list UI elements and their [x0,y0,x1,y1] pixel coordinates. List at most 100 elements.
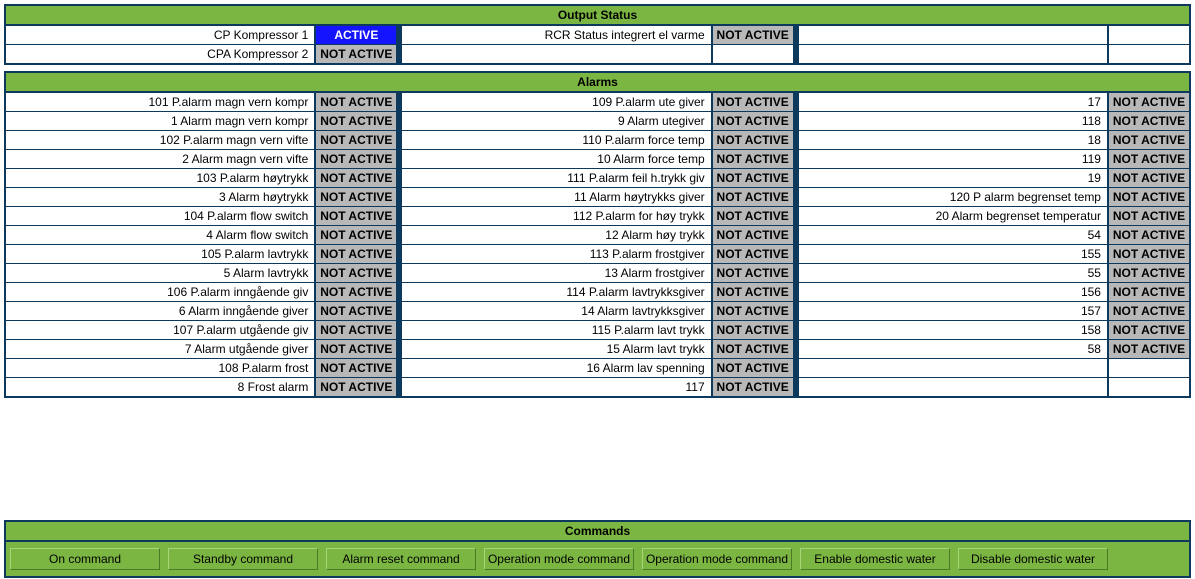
status-badge [711,45,793,63]
status-badge: NOT ACTIVE [314,283,396,301]
cell-label: 6 Alarm inngående giver [6,302,314,320]
command-button[interactable]: Alarm reset command [326,548,476,570]
cell-group: 55NOT ACTIVE [799,264,1189,282]
status-badge: NOT ACTIVE [711,169,793,187]
output-status-grid: CP Kompressor 1ACTIVERCR Status integrer… [4,26,1191,65]
cell-label: 19 [799,169,1107,187]
cell-group: 16 Alarm lav spenningNOT ACTIVE [402,359,792,377]
cell-label: 55 [799,264,1107,282]
table-row: CPA Kompressor 2NOT ACTIVE [6,44,1189,63]
cell-group: 20 Alarm begrenset temperaturNOT ACTIVE [799,207,1189,225]
status-badge: NOT ACTIVE [711,340,793,358]
cell-group: 54NOT ACTIVE [799,226,1189,244]
status-badge: NOT ACTIVE [1107,169,1189,187]
command-button[interactable]: Enable domestic water [800,548,950,570]
cell-label [799,359,1107,377]
cell-label: 115 P.alarm lavt trykk [402,321,710,339]
cell-group: 15 Alarm lavt trykkNOT ACTIVE [402,340,792,358]
cell-group: 6 Alarm inngående giverNOT ACTIVE [6,302,396,320]
status-badge: NOT ACTIVE [314,131,396,149]
cell-label: 102 P.alarm magn vern vifte [6,131,314,149]
status-badge: NOT ACTIVE [314,378,396,396]
cell-group: 157NOT ACTIVE [799,302,1189,320]
cell-label: 14 Alarm lavtrykksgiver [402,302,710,320]
status-badge: NOT ACTIVE [711,302,793,320]
command-button[interactable]: Operation mode command [484,548,634,570]
command-button[interactable]: On command [10,548,160,570]
status-badge: NOT ACTIVE [314,321,396,339]
cell-group: 18NOT ACTIVE [799,131,1189,149]
cell-label: 4 Alarm flow switch [6,226,314,244]
cell-group: 2 Alarm magn vern vifteNOT ACTIVE [6,150,396,168]
commands-title: Commands [4,520,1191,540]
cell-label: 117 [402,378,710,396]
cell-group: 105 P.alarm lavtrykkNOT ACTIVE [6,245,396,263]
status-badge: NOT ACTIVE [314,169,396,187]
command-button[interactable]: Disable domestic water [958,548,1108,570]
output-status-title: Output Status [4,4,1191,26]
cell-group: 115 P.alarm lavt trykkNOT ACTIVE [402,321,792,339]
cell-label: 104 P.alarm flow switch [6,207,314,225]
cell-group: 4 Alarm flow switchNOT ACTIVE [6,226,396,244]
status-badge [1107,359,1189,377]
status-badge: NOT ACTIVE [1107,207,1189,225]
cell-label: 7 Alarm utgående giver [6,340,314,358]
status-badge: NOT ACTIVE [314,302,396,320]
table-row: CP Kompressor 1ACTIVERCR Status integrer… [6,26,1189,44]
cell-group: 1 Alarm magn vern komprNOT ACTIVE [6,112,396,130]
cell-label: 10 Alarm force temp [402,150,710,168]
status-badge: NOT ACTIVE [1107,283,1189,301]
cell-label: 103 P.alarm høytrykk [6,169,314,187]
status-badge: NOT ACTIVE [711,321,793,339]
cell-group: 12 Alarm høy trykkNOT ACTIVE [402,226,792,244]
status-badge: NOT ACTIVE [711,226,793,244]
table-row: 3 Alarm høytrykkNOT ACTIVE11 Alarm høytr… [6,187,1189,206]
cell-group: 119NOT ACTIVE [799,150,1189,168]
status-badge: NOT ACTIVE [1107,150,1189,168]
cell-label: 107 P.alarm utgående giv [6,321,314,339]
status-badge: NOT ACTIVE [1107,245,1189,263]
cell-label [799,378,1107,396]
cell-label: 157 [799,302,1107,320]
cell-label: 110 P.alarm force temp [402,131,710,149]
cell-group: 14 Alarm lavtrykksgiverNOT ACTIVE [402,302,792,320]
cell-group: 104 P.alarm flow switchNOT ACTIVE [6,207,396,225]
alarms-grid: 101 P.alarm magn vern komprNOT ACTIVE 109… [4,93,1191,398]
cell-group: 107 P.alarm utgående givNOT ACTIVE [6,321,396,339]
cell-group [799,378,1189,396]
cell-label: 16 Alarm lav spenning [402,359,710,377]
table-row: 105 P.alarm lavtrykkNOT ACTIVE113 P.alar… [6,244,1189,263]
status-badge: NOT ACTIVE [711,359,793,377]
cell-label: 5 Alarm lavtrykk [6,264,314,282]
table-row: 8 Frost alarmNOT ACTIVE117NOT ACTIVE [6,377,1189,396]
cell-label: RCR Status integrert el varme [402,26,710,44]
table-row: 2 Alarm magn vern vifteNOT ACTIVE10 Alar… [6,149,1189,168]
table-row: 108 P.alarm frostNOT ACTIVE16 Alarm lav … [6,358,1189,377]
status-badge: NOT ACTIVE [314,93,396,111]
cell-group: 101 P.alarm magn vern komprNOT ACTIVE [6,93,396,111]
table-row: 106 P.alarm inngående givNOT ACTIVE114 P… [6,282,1189,301]
command-button[interactable]: Standby command [168,548,318,570]
cell-label: 106 P.alarm inngående giv [6,283,314,301]
cell-group: 158NOT ACTIVE [799,321,1189,339]
cell-label: 112 P.alarm for høy trykk [402,207,710,225]
cell-group: 5 Alarm lavtrykkNOT ACTIVE [6,264,396,282]
status-badge: NOT ACTIVE [711,131,793,149]
cell-group [402,45,792,63]
status-badge: NOT ACTIVE [314,112,396,130]
status-badge: NOT ACTIVE [314,226,396,244]
status-badge: NOT ACTIVE [1107,188,1189,206]
status-badge: NOT ACTIVE [711,93,793,111]
cell-label: 13 Alarm frostgiver [402,264,710,282]
cell-label: 11 Alarm høytrykks giver [402,188,710,206]
cell-group: 13 Alarm frostgiverNOT ACTIVE [402,264,792,282]
cell-label: 9 Alarm utegiver [402,112,710,130]
cell-label: CP Kompressor 1 [6,26,314,44]
status-badge: NOT ACTIVE [1107,264,1189,282]
command-button[interactable]: Operation mode command [642,548,792,570]
cell-label: 2 Alarm magn vern vifte [6,150,314,168]
cell-label: 109 P.alarm ute giver [402,93,710,111]
table-row: 4 Alarm flow switchNOT ACTIVE12 Alarm hø… [6,225,1189,244]
status-badge [1107,26,1189,44]
cell-group: 112 P.alarm for høy trykkNOT ACTIVE [402,207,792,225]
